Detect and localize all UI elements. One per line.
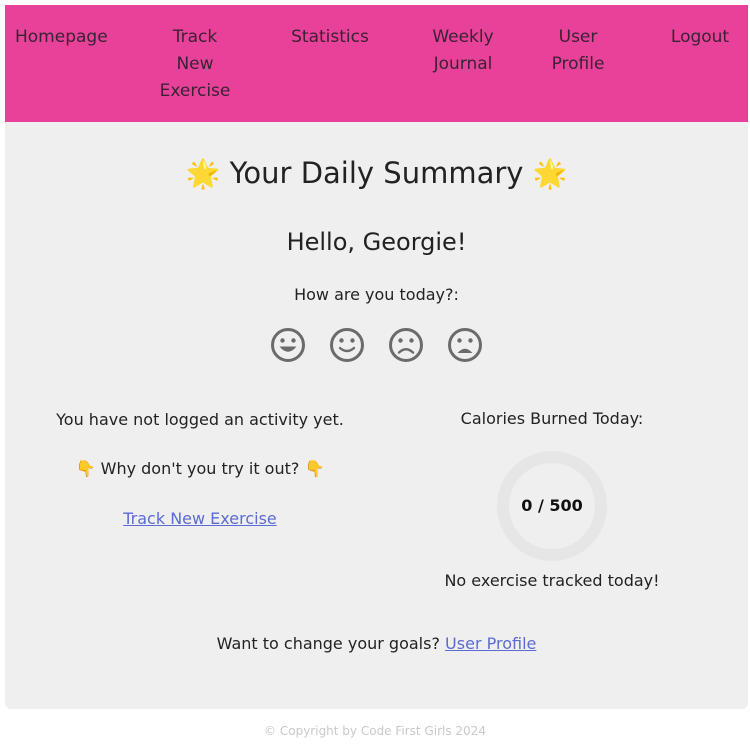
star-icon: 🌟 (185, 157, 221, 190)
track-exercise-link-row: Track New Exercise (45, 508, 355, 530)
calories-label: Calories Burned Today: (460, 409, 644, 428)
try-it-text: Why don't you try it out? (100, 459, 300, 478)
pointing-down-icon: 👇 (304, 459, 325, 478)
mood-selector (5, 327, 748, 367)
calories-section: Calories Burned Today: 0 / 500 No exerci… (425, 409, 679, 590)
user-profile-link[interactable]: User Profile (445, 634, 536, 653)
top-nav: Homepage Track New Exercise Statistics W… (5, 5, 748, 122)
smile-face-icon[interactable] (329, 327, 365, 363)
nav-logout[interactable]: Logout (660, 24, 740, 51)
footer-copyright: © Copyright by Code First Girls 2024 (264, 724, 486, 738)
no-exercise-message: No exercise tracked today! (444, 571, 660, 590)
frown-face-icon[interactable] (388, 327, 424, 363)
page-title-text: Your Daily Summary (229, 156, 524, 190)
change-goals-row: Want to change your goals? User Profile (5, 634, 748, 653)
calories-progress-ring: 0 / 500 (495, 449, 609, 563)
nav-track-new-exercise[interactable]: Track New Exercise (155, 24, 235, 105)
nav-homepage[interactable]: Homepage (15, 24, 108, 51)
no-activity-text: You have not logged an activity yet. (56, 410, 344, 429)
pointing-down-icon: 👇 (75, 459, 96, 478)
try-it-prompt: 👇 Why don't you try it out? 👇 (45, 458, 355, 480)
nav-statistics[interactable]: Statistics (285, 24, 375, 51)
track-new-exercise-link[interactable]: Track New Exercise (123, 509, 277, 528)
sad-face-icon[interactable] (447, 327, 483, 363)
greeting: Hello, Georgie! (286, 228, 467, 256)
star-icon: 🌟 (532, 157, 568, 190)
calories-value: 0 / 500 (521, 496, 583, 515)
nav-user-profile[interactable]: User Profile (543, 24, 613, 78)
nav-weekly-journal[interactable]: Weekly Journal (423, 24, 503, 78)
mood-question: How are you today?: (294, 285, 459, 304)
daily-summary-panel: 🌟 Your Daily Summary 🌟 Hello, Georgie! H… (5, 122, 748, 709)
very-happy-face-icon[interactable] (270, 327, 306, 363)
change-goals-text: Want to change your goals? (216, 634, 440, 653)
page-title: 🌟 Your Daily Summary 🌟 (5, 156, 748, 190)
